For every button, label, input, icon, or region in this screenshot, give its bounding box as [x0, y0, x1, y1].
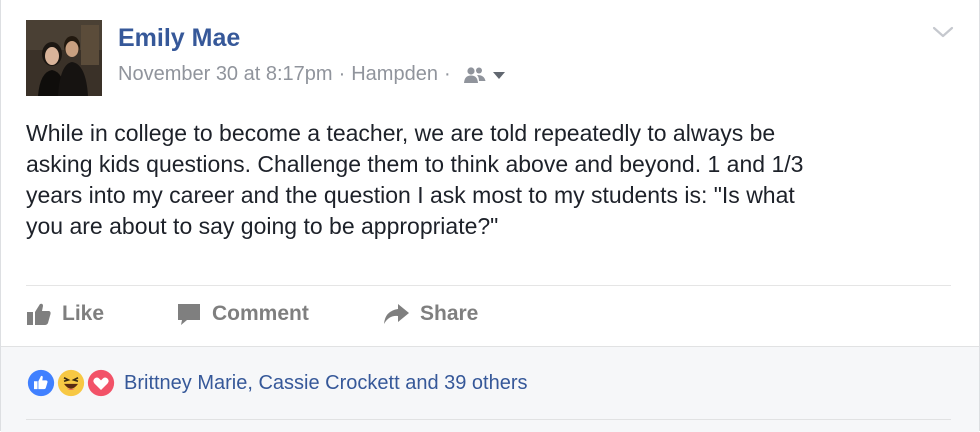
post-timestamp[interactable]: November 30 at 8:17pm: [118, 63, 333, 86]
post-location[interactable]: Hampden: [351, 63, 438, 86]
post-text-line: years into my career and the question I …: [26, 182, 795, 208]
share-arrow-icon: [384, 304, 409, 324]
post-actions-bar: Like Comment Share: [26, 293, 478, 335]
meta-separator: ·: [443, 63, 451, 85]
caret-down-icon: [492, 71, 505, 79]
like-label: Like: [62, 302, 105, 325]
friends-icon: [463, 66, 486, 83]
share-button[interactable]: Share: [382, 293, 478, 335]
post-text-line: While in college to become a teacher, we…: [26, 120, 776, 146]
post-text-line: asking kids questions. Challenge them to…: [26, 151, 804, 177]
post-meta: November 30 at 8:17pm · Hampden ·: [118, 63, 507, 86]
post-body: While in college to become a teacher, we…: [26, 118, 946, 242]
comment-bubble-icon: [178, 304, 200, 325]
post-header: Emily Mae November 30 at 8:17pm · Hampde…: [1, 0, 979, 110]
footer-divider: [26, 419, 951, 420]
actions-divider: [26, 285, 951, 286]
meta-separator: ·: [338, 63, 346, 85]
reactions-footer: Brittney Marie, Cassie Crockett and 39 o…: [1, 346, 979, 432]
like-reaction-icon: [25, 367, 57, 399]
comment-button[interactable]: Comment: [176, 293, 382, 335]
like-button[interactable]: Like: [26, 293, 176, 335]
post-text-line: you are about to say going to be appropr…: [26, 213, 499, 239]
love-reaction-icon: [85, 367, 117, 399]
author-name[interactable]: Emily Mae: [118, 24, 240, 53]
comment-label: Comment: [212, 302, 309, 325]
audience-selector[interactable]: [463, 66, 507, 84]
haha-reaction-icon: [55, 367, 87, 399]
profile-photo: [26, 20, 102, 96]
reactors-text[interactable]: Brittney Marie, Cassie Crockett and 39 o…: [124, 372, 528, 395]
reaction-icons: [25, 367, 120, 399]
reactions-summary[interactable]: Brittney Marie, Cassie Crockett and 39 o…: [25, 367, 528, 399]
thumbs-up-icon: [27, 303, 51, 325]
profile-avatar[interactable]: [26, 20, 102, 96]
chevron-down-icon: [932, 26, 954, 38]
share-label: Share: [420, 302, 479, 325]
facebook-post: Emily Mae November 30 at 8:17pm · Hampde…: [0, 0, 980, 432]
post-options-button[interactable]: [931, 22, 955, 42]
